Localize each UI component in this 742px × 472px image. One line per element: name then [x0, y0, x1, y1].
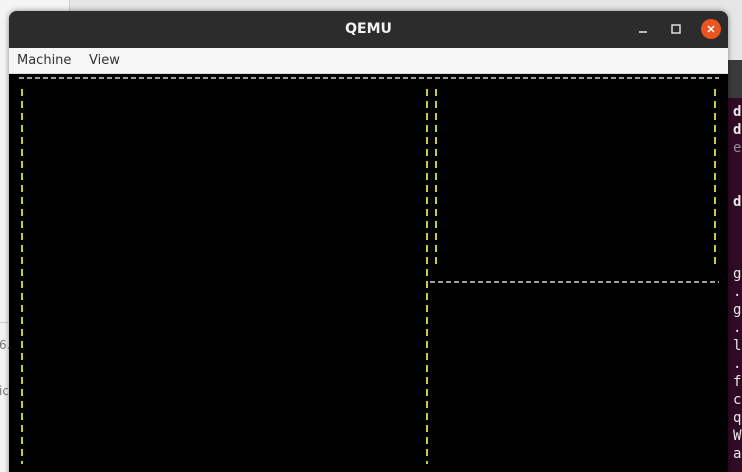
terminal-text: .	[733, 284, 742, 300]
terminal-text: e	[733, 140, 742, 156]
terminal-text: c	[733, 392, 742, 408]
text-mode-panels	[19, 77, 719, 464]
close-button[interactable]	[700, 18, 722, 40]
terminal-text: f	[733, 374, 742, 390]
terminal-text: W	[733, 428, 742, 444]
menu-machine[interactable]: Machine	[17, 48, 71, 74]
window-title: QEMU	[345, 21, 392, 37]
terminal-text: l	[733, 338, 742, 354]
background-divider	[0, 322, 8, 323]
terminal-text: g	[733, 302, 742, 318]
terminal-text: .	[733, 320, 742, 336]
close-button-circle	[701, 19, 721, 39]
close-icon	[707, 25, 715, 33]
maximize-button[interactable]	[665, 18, 687, 40]
menu-view[interactable]: View	[89, 48, 120, 74]
terminal-text: .	[733, 356, 742, 372]
title-bar[interactable]: QEMU	[9, 11, 728, 48]
terminal-text: a	[733, 446, 742, 462]
vm-display[interactable]	[9, 74, 728, 472]
background-terminal-header	[728, 60, 742, 98]
minimize-icon	[639, 31, 647, 33]
terminal-text: q	[733, 410, 742, 426]
terminal-text: g	[733, 266, 742, 282]
terminal-text: d	[733, 194, 742, 210]
minimize-button[interactable]	[632, 18, 654, 40]
maximize-icon	[671, 24, 681, 34]
background-window-text: ic	[0, 384, 9, 398]
terminal-text: d	[733, 104, 742, 120]
menu-bar: Machine View	[9, 48, 728, 74]
terminal-text: d	[733, 122, 742, 138]
qemu-window[interactable]: QEMU Machine View	[9, 11, 728, 472]
